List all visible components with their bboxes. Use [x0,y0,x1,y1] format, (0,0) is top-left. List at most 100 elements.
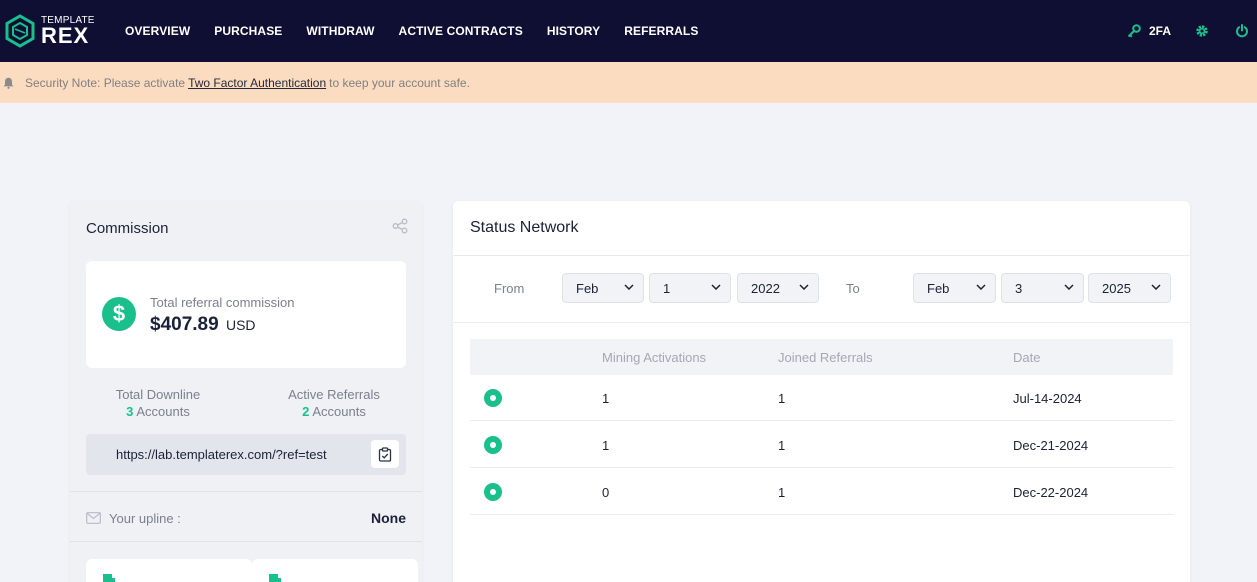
nav-active-contracts[interactable]: ACTIVE CONTRACTS [399,24,523,38]
security-note-prefix: Security Note: Please activate [25,75,186,90]
upline-row: Your upline : None [86,510,406,526]
chevron-down-icon [624,284,634,290]
col-date: Date [1013,350,1041,365]
row-date: Jul-14-2024 [1013,391,1082,406]
logout-button[interactable] [1235,24,1249,38]
col-joined-referrals: Joined Referrals [778,350,873,365]
active-referrals-label: Active Referrals [288,387,380,402]
dollar-icon: $ [102,297,136,331]
top-navbar: TEMPLATE REX OVERVIEW PURCHASE WITHDRAW … [0,0,1257,62]
bottom-card-right[interactable] [252,559,418,582]
table-row: 1 1 Jul-14-2024 [470,375,1173,421]
from-month-value: Feb [576,280,599,296]
security-note-suffix: to keep your account safe. [329,75,470,90]
referral-stats: Total Downline 3 Accounts Active Referral… [70,386,422,420]
upline-label: Your upline : [109,510,181,526]
mail-icon [86,512,101,524]
row-date: Dec-21-2024 [1013,438,1089,453]
brand-big-text: REX [41,22,90,48]
active-referrals-unit: Accounts [312,404,366,419]
total-downline-count: 3 [126,404,134,419]
key-icon [1127,24,1141,38]
row-joined: 1 [778,438,786,453]
nav-history[interactable]: HISTORY [547,24,600,38]
table-row: 0 1 Dec-22-2024 [470,469,1173,515]
filter-divider [453,322,1190,323]
upline-value: None [371,510,406,526]
from-month-select[interactable]: Feb [562,273,644,303]
status-header-divider [453,255,1190,256]
to-label: To [846,281,860,296]
row-mining: 1 [602,391,610,406]
from-year-select[interactable]: 2022 [737,273,819,303]
to-year-value: 2025 [1102,280,1131,296]
total-downline-label: Total Downline [115,387,201,402]
share-icon [392,218,408,234]
status-table-header: Mining Activations Joined Referrals Date [470,339,1173,375]
status-dot-icon [484,436,502,454]
chevron-down-icon [711,284,721,290]
commission-divider [70,491,422,492]
clipboard-icon [378,446,392,462]
to-year-select[interactable]: 2025 [1088,273,1171,303]
chevron-down-icon [1064,284,1074,290]
from-day-value: 1 [663,280,671,296]
hex-logo-icon [5,14,35,48]
share-button[interactable] [392,218,408,239]
two-factor-link[interactable]: Two Factor Authentication [188,76,326,90]
nav-overview[interactable]: OVERVIEW [125,24,190,38]
active-referrals-stat: Active Referrals 2 Accounts [246,386,422,420]
to-day-value: 3 [1015,280,1023,296]
referral-url[interactable]: https://lab.templaterex.com/?ref=test [116,447,327,462]
status-dot-icon [484,389,502,407]
total-commission-label: Total referral commission [150,295,295,310]
bell-icon [3,77,14,89]
twofa-button[interactable]: 2FA [1127,24,1171,38]
commission-panel: Commission $ Total referral commission $… [70,201,422,582]
row-date: Dec-22-2024 [1013,485,1089,500]
total-downline-unit: Accounts [136,404,190,419]
total-commission-value: $407.89 USD [150,314,256,336]
from-year-value: 2022 [751,280,780,296]
row-mining: 0 [602,485,610,500]
col-mining-activations: Mining Activations [602,350,707,365]
from-day-select[interactable]: 1 [649,273,731,303]
from-label: From [494,281,525,296]
chevron-down-icon [976,284,986,290]
settings-button[interactable] [1195,24,1209,38]
twofa-label: 2FA [1148,24,1171,38]
security-note-bar: Security Note: Please activate Two Facto… [0,62,1257,103]
chevron-down-icon [799,284,809,290]
chevron-down-icon [1151,284,1161,290]
nav-withdraw[interactable]: WITHDRAW [306,24,374,38]
active-referrals-count: 2 [302,404,310,419]
to-month-select[interactable]: Feb [913,273,996,303]
total-commission-card: $ Total referral commission $407.89 USD [86,261,406,368]
upline-divider [70,541,422,542]
brand-logo[interactable]: TEMPLATE REX [3,14,113,48]
document-icon [103,574,115,582]
main-nav: OVERVIEW PURCHASE WITHDRAW ACTIVE CONTRA… [125,24,722,38]
power-icon [1236,24,1248,38]
status-network-panel: Status Network From Feb 1 2022 To Feb 3 … [453,201,1190,582]
total-downline-stat: Total Downline 3 Accounts [70,386,246,420]
row-mining: 1 [602,438,610,453]
nav-referrals[interactable]: REFERRALS [624,24,698,38]
bottom-card-left[interactable] [86,559,252,582]
status-dot-icon [484,483,502,501]
nav-actions: 2FA [1127,0,1249,62]
referral-link-box: https://lab.templaterex.com/?ref=test [86,434,406,475]
document-icon [269,574,281,582]
commission-title: Commission [86,220,169,237]
total-commission-currency: USD [225,317,256,333]
status-network-title: Status Network [470,219,579,236]
total-commission-amount: $407.89 [150,314,219,335]
row-joined: 1 [778,391,786,406]
table-row: 1 1 Dec-21-2024 [470,422,1173,468]
to-month-value: Feb [927,280,950,296]
gear-icon [1196,25,1208,37]
row-joined: 1 [778,485,786,500]
copy-link-button[interactable] [371,440,399,468]
to-day-select[interactable]: 3 [1001,273,1084,303]
nav-purchase[interactable]: PURCHASE [214,24,282,38]
